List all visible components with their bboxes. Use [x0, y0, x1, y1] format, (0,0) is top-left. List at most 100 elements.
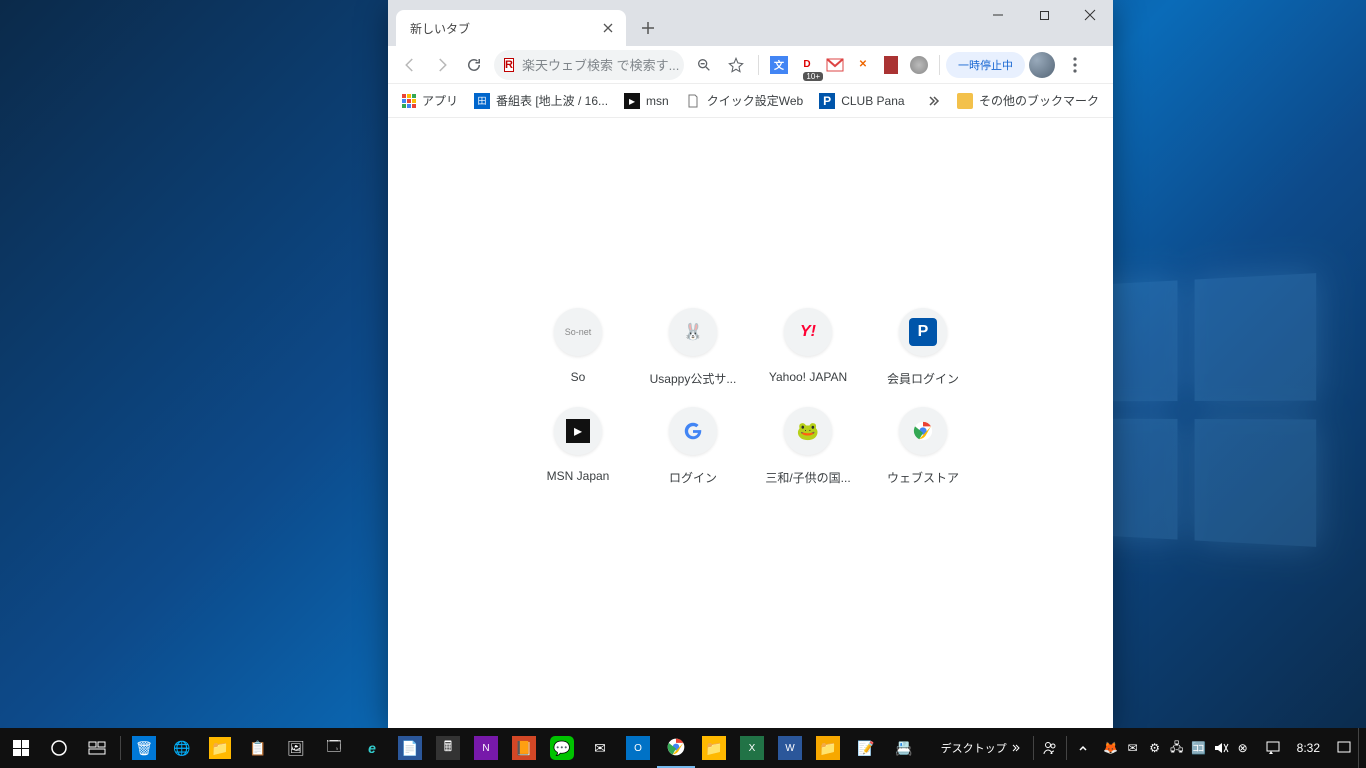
tab-close-button[interactable] — [600, 20, 616, 36]
shortcut-tile[interactable]: ログイン — [646, 407, 741, 486]
tray-volume-icon[interactable] — [1211, 738, 1231, 758]
rakuten-icon: R — [504, 58, 514, 72]
new-tab-content: So-netSo 🐰Usappy公式サ... Y!Yahoo! JAPAN P会… — [388, 118, 1113, 728]
toolbar-divider — [758, 55, 759, 75]
windows-taskbar: 🗑 🌐 📁 📋 🖼 🗔 e 📄 🖩 N 📙 💬 ✉ O 📁 X W 📁 📝 📇 … — [0, 728, 1366, 768]
system-tray: 🦊 ✉ ⚙ 🖧 🈁 ⊗ — [1095, 738, 1259, 758]
taskbar-explorer[interactable]: 📁 — [695, 728, 733, 768]
chrome-window: 新しいタブ R 楽天ウェブ検索 で検索す... 文 D10+ ✕ — [388, 0, 1113, 728]
taskbar-separator — [1066, 736, 1067, 760]
taskbar-excel[interactable]: X — [733, 728, 771, 768]
shortcut-tile[interactable]: 🐰Usappy公式サ... — [646, 308, 741, 387]
task-view-button[interactable] — [78, 728, 116, 768]
shortcut-tile[interactable]: 🐸三和/子供の国... — [761, 407, 856, 486]
bookmark-star-button[interactable] — [720, 49, 752, 81]
shortcut-tile[interactable]: P会員ログイン — [876, 308, 971, 387]
taskbar-app[interactable]: 🗑 — [125, 728, 163, 768]
usappy-icon: 🐰 — [669, 308, 717, 356]
taskbar-app[interactable]: 🌐 — [163, 728, 201, 768]
chrome-menu-button[interactable] — [1059, 49, 1091, 81]
toolbar-desktop-label[interactable]: デスクトップ — [933, 740, 1029, 756]
msn-tile-icon: ▸ — [554, 407, 602, 455]
taskbar-gmail[interactable]: ✉ — [581, 728, 619, 768]
back-button[interactable] — [394, 49, 426, 81]
taskbar-app[interactable]: 📋 — [239, 728, 277, 768]
new-tab-button[interactable] — [634, 14, 662, 42]
zoom-out-icon[interactable] — [688, 49, 720, 81]
window-close-button[interactable] — [1067, 0, 1113, 30]
taskbar-app[interactable]: 🗔 — [315, 728, 353, 768]
extension-globe[interactable] — [905, 51, 933, 79]
shortcut-tile[interactable]: ▸MSN Japan — [531, 407, 626, 486]
taskbar-notepad[interactable]: 📝 — [847, 728, 885, 768]
taskbar-clock[interactable]: 8:32 — [1287, 741, 1330, 755]
chrome-toolbar: R 楽天ウェブ検索 で検索す... 文 D10+ ✕ 一時停止中 — [388, 46, 1113, 84]
bookmarks-overflow[interactable] — [921, 90, 947, 112]
tv-icon: 田 — [474, 93, 490, 109]
minimize-button[interactable] — [975, 0, 1021, 30]
extension-d[interactable]: D10+ — [793, 51, 821, 79]
tray-network-icon[interactable]: 🖧 — [1167, 738, 1187, 758]
tray-ime-icon[interactable]: 🈁 — [1189, 738, 1209, 758]
reload-button[interactable] — [458, 49, 490, 81]
extension-book[interactable] — [877, 51, 905, 79]
start-button[interactable] — [2, 728, 40, 768]
tray-icon[interactable]: 🦊 — [1101, 738, 1121, 758]
taskbar-app[interactable]: 📁 — [201, 728, 239, 768]
tray-icon[interactable]: ✉ — [1123, 738, 1143, 758]
taskbar-right: デスクトップ 🦊 ✉ ⚙ 🖧 🈁 ⊗ 8:32 — [933, 728, 1364, 768]
shortcut-tile[interactable]: Y!Yahoo! JAPAN — [761, 308, 856, 387]
taskbar-line[interactable]: 💬 — [543, 728, 581, 768]
forward-button[interactable] — [426, 49, 458, 81]
browser-tab[interactable]: 新しいタブ — [396, 10, 626, 46]
omnibox-placeholder: 楽天ウェブ検索 で検索す... — [522, 55, 679, 74]
shortcut-tile[interactable]: So-netSo — [531, 308, 626, 387]
page-icon — [685, 93, 701, 109]
msn-icon: ▸ — [624, 93, 640, 109]
maximize-button[interactable] — [1021, 0, 1067, 30]
extension-translate[interactable]: 文 — [765, 51, 793, 79]
taskbar-app[interactable]: 📁 — [809, 728, 847, 768]
sync-paused-chip[interactable]: 一時停止中 — [946, 52, 1025, 78]
taskbar-word[interactable]: W — [771, 728, 809, 768]
shortcut-tile[interactable]: ウェブストア — [876, 407, 971, 486]
taskbar-app[interactable]: 🖼 — [277, 728, 315, 768]
toolbar-divider — [939, 55, 940, 75]
other-bookmarks[interactable]: その他のブックマーク — [951, 88, 1105, 113]
tray-overflow[interactable] — [1071, 728, 1095, 768]
yahoo-icon: Y! — [784, 308, 832, 356]
profile-avatar[interactable] — [1029, 52, 1055, 78]
taskbar-app[interactable]: 📙 — [505, 728, 543, 768]
taskbar-chrome[interactable] — [657, 728, 695, 768]
tab-title: 新しいタブ — [410, 20, 470, 37]
tray-icon[interactable]: ⊗ — [1233, 738, 1253, 758]
tray-icon[interactable]: ⚙ — [1145, 738, 1165, 758]
apps-shortcut[interactable]: アプリ — [396, 88, 464, 113]
extension-gmail[interactable] — [821, 51, 849, 79]
bookmark-item[interactable]: ▸ msn — [618, 89, 675, 113]
taskbar-onenote[interactable]: N — [467, 728, 505, 768]
taskbar-separator — [120, 736, 121, 760]
notification-button[interactable] — [1330, 728, 1358, 768]
p-icon: P — [819, 93, 835, 109]
action-center-button[interactable] — [1259, 728, 1287, 768]
bookmark-item[interactable]: P CLUB Pana — [813, 89, 910, 113]
p-login-icon: P — [899, 308, 947, 356]
bookmark-item[interactable]: 田 番組表 [地上波 / 16... — [468, 88, 614, 113]
cortana-button[interactable] — [40, 728, 78, 768]
show-desktop-button[interactable] — [1358, 728, 1364, 768]
sonet-icon: So-net — [554, 308, 602, 356]
chrome-store-icon — [899, 407, 947, 455]
taskbar-calc[interactable]: 🖩 — [429, 728, 467, 768]
shortcut-grid: So-netSo 🐰Usappy公式サ... Y!Yahoo! JAPAN P会… — [531, 308, 971, 486]
address-bar[interactable]: R 楽天ウェブ検索 で検索す... — [494, 50, 684, 80]
taskbar-app[interactable]: 📄 — [391, 728, 429, 768]
taskbar-outlook[interactable]: O — [619, 728, 657, 768]
people-button[interactable] — [1038, 728, 1062, 768]
bookmark-item[interactable]: クイック設定Web — [679, 88, 809, 113]
taskbar-ie[interactable]: e — [353, 728, 391, 768]
google-icon — [669, 407, 717, 455]
taskbar-app[interactable]: 📇 — [885, 728, 923, 768]
chrome-titlebar[interactable]: 新しいタブ — [388, 0, 1113, 46]
extension-x[interactable]: ✕ — [849, 51, 877, 79]
